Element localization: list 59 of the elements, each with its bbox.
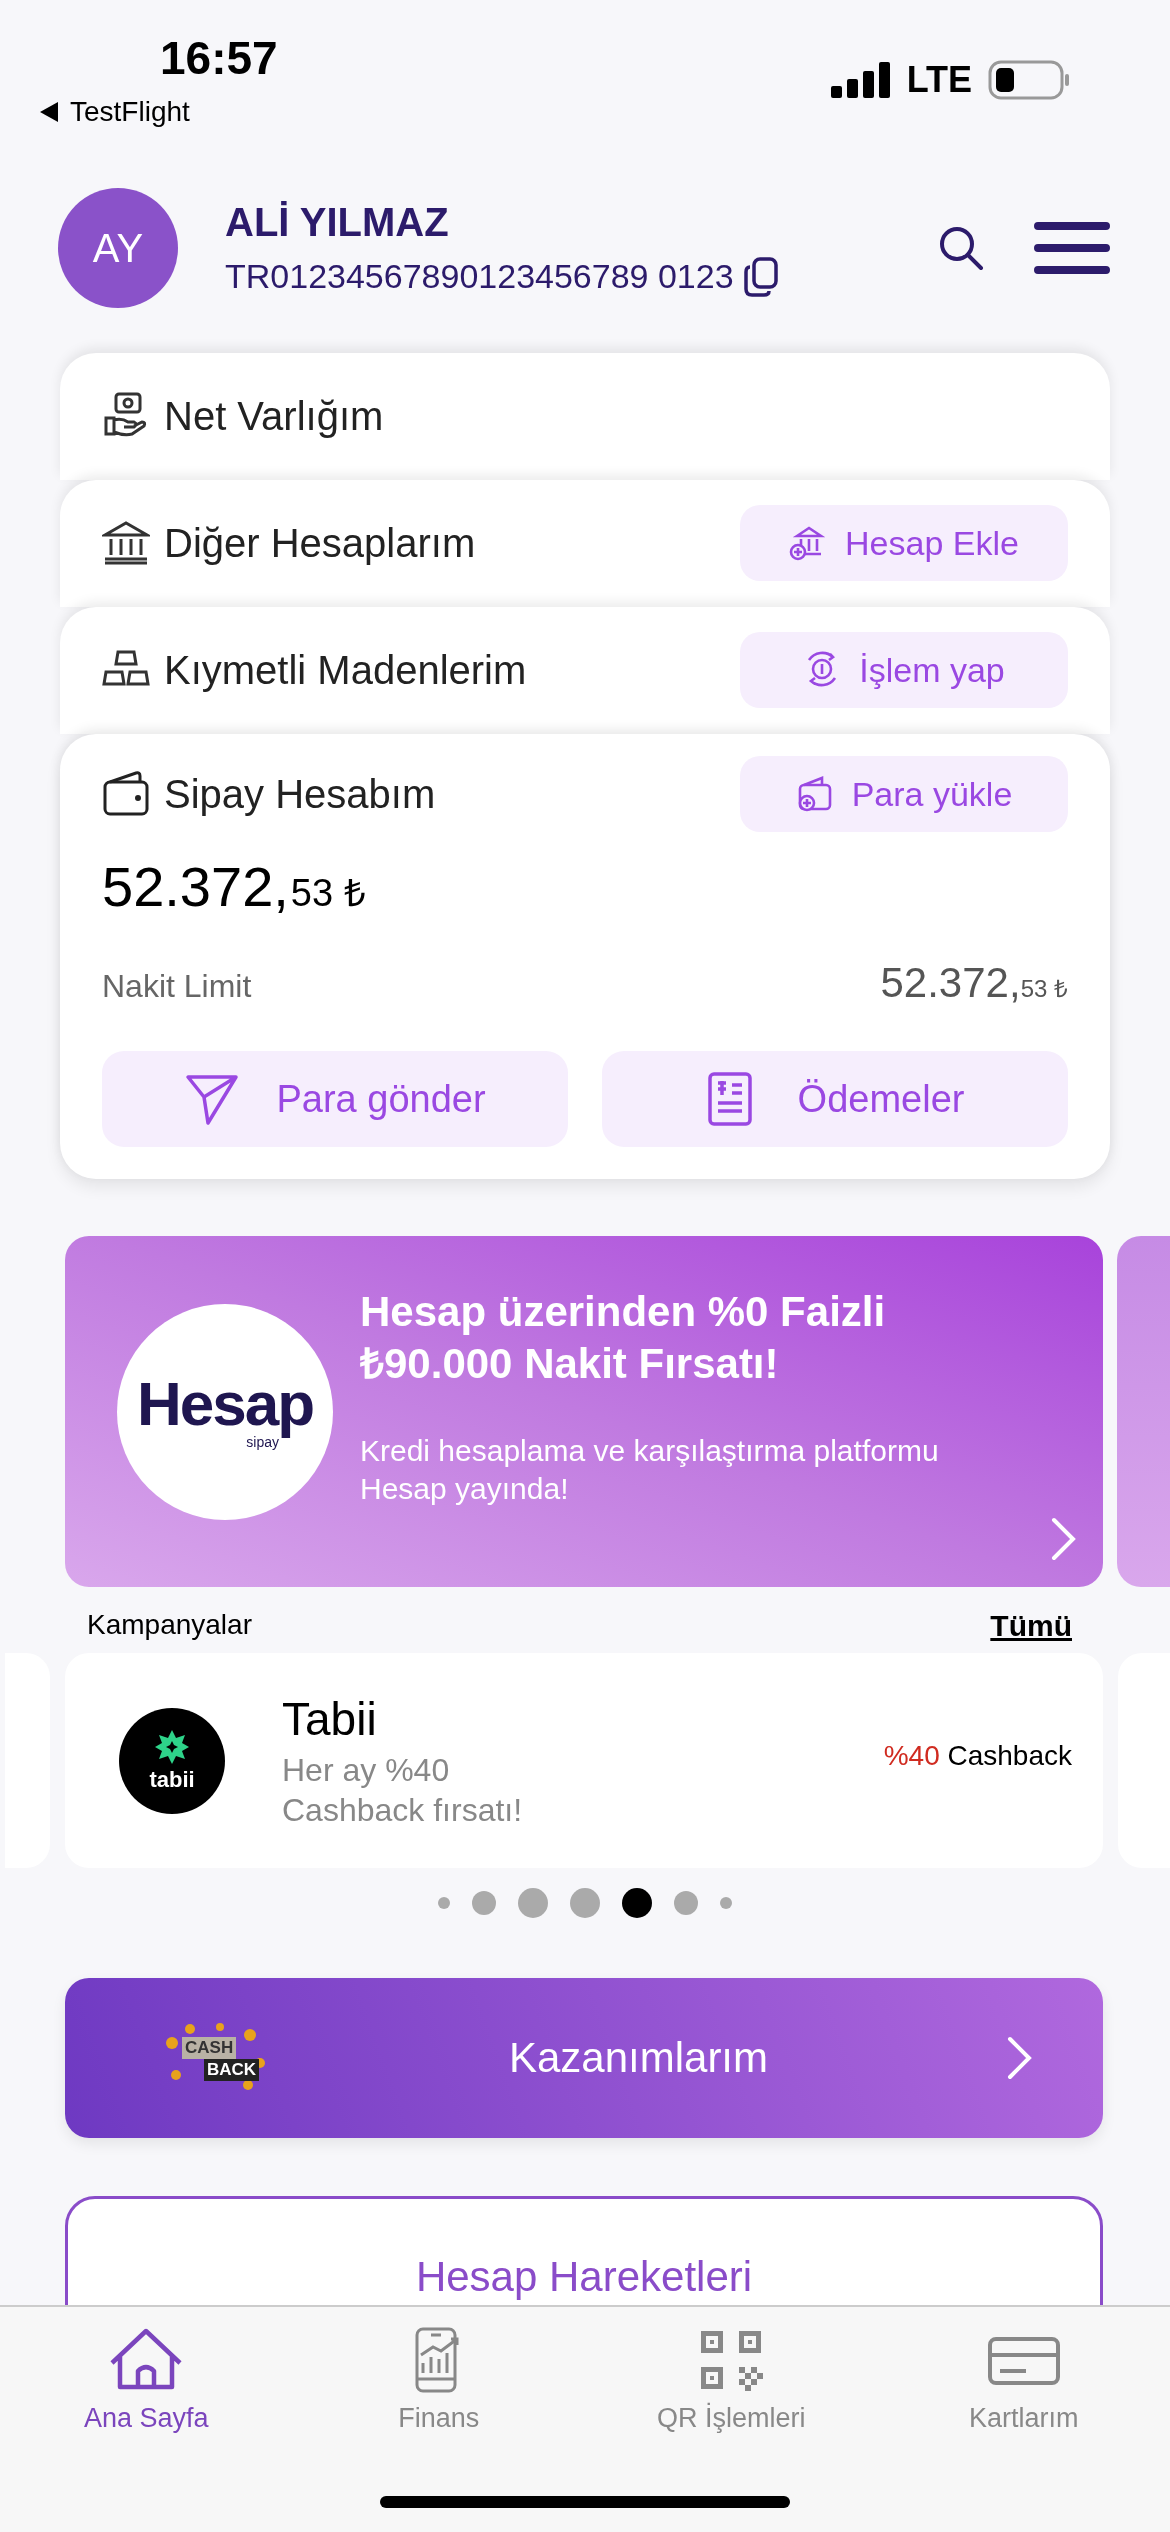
hesap-logo: Hesap sipay [117,1304,333,1520]
page-dot[interactable] [472,1891,496,1915]
tab-item[interactable]: QR İşlemleri [585,2327,878,2434]
menu-icon[interactable] [1034,220,1110,276]
card-title: Net Varlığım [164,393,384,439]
network-label: LTE [906,59,972,101]
limit-label: Nakit Limit [102,968,252,1005]
tabii-logo: tabii [119,1707,225,1814]
action-button[interactable]: Hesap Ekle [740,505,1068,581]
avatar[interactable]: AY [58,188,178,308]
payments-button[interactable]: Ödemeler [602,1051,1068,1147]
promo-banner[interactable]: Hesap sipay Hesap üzerinden %0 Faizli ₺90.000 Nakit Fırsatı! Kredi hesaplama ve karşılaştırma platformu Hesap yayında! [65,1236,1103,1587]
see-all-link[interactable]: Tümü [990,1609,1072,1643]
cashback-label: %40 Cashback [883,1739,1072,1772]
chevron-right-icon [1007,2036,1033,2080]
page-dot[interactable] [518,1888,548,1918]
bank-icon [102,519,150,567]
action-button[interactable]: Para yükle [740,756,1068,832]
section-heading: Kampanyalar [87,1609,252,1642]
action-button[interactable]: İşlem yap [740,632,1068,708]
chevron-right-icon[interactable] [1051,1517,1077,1561]
battery-icon [988,60,1070,100]
page-dot[interactable] [438,1897,450,1909]
page-dot[interactable] [720,1897,732,1909]
page-dot[interactable] [674,1891,698,1915]
tab-item[interactable]: Finans [292,2327,585,2434]
copy-icon[interactable] [743,256,778,297]
balance-amount: 52.372,53 ₺ [102,854,367,920]
page-dot[interactable] [622,1888,652,1918]
card-title: Kıymetli Madenlerim [164,647,527,693]
send-money-button[interactable]: Para gönder [102,1051,568,1147]
cashback-badge: CASH BACK [160,2023,270,2093]
user-name: ALİ YILMAZ [225,199,450,245]
banner-description: Kredi hesaplama ve karşılaştırma platformu Hesap yayında! [360,1433,940,1507]
signal-icon [830,62,891,98]
back-arrow-icon[interactable] [38,101,60,123]
account-card[interactable]: Diğer Hesaplarım Hesap Ekle [60,480,1110,607]
transactions-card[interactable]: Hesap Hareketleri [65,2196,1103,2305]
account-card[interactable]: Kıymetli Madenlerim İşlem yap [60,607,1110,734]
earnings-button[interactable]: CASH BACK Kazanımlarım [65,1978,1103,2138]
card-title: Diğer Hesaplarım [164,520,476,566]
campaign-description: Her ay %40 Cashback fırsatı! [282,1750,524,1830]
account-card[interactable]: Sipay Hesabım Para yükle 52.372,53 ₺ Nakit Limit 52.372,53 ₺ Para gönder Ödemeler [60,734,1110,1179]
iban-number: TR01234567890123456789 0123 [225,257,734,296]
banner-title: Hesap üzerinden %0 Faizli ₺90.000 Nakit Fırsatı! [360,1287,887,1389]
transactions-title: Hesap Hareketleri [415,2253,753,2301]
card-title: Sipay Hesabım [164,771,436,817]
back-link[interactable]: TestFlight [70,96,190,128]
account-card[interactable]: Net Varlığım [60,353,1110,480]
status-time: 16:57 [160,31,278,86]
wallet-icon [102,770,150,818]
star-icon [154,1728,190,1765]
limit-amount: 52.372,53 ₺ [880,959,1068,1007]
page-dot[interactable] [570,1888,600,1918]
search-icon[interactable] [938,225,984,271]
campaign-title: Tabii [282,1691,378,1746]
tab-item[interactable]: Ana Sayfa [0,2327,293,2434]
tab-item[interactable]: Kartlarım [877,2327,1170,2434]
campaign-card[interactable]: tabii Tabii Her ay %40 Cashback fırsatı! %40 Cashback [65,1653,1103,1868]
